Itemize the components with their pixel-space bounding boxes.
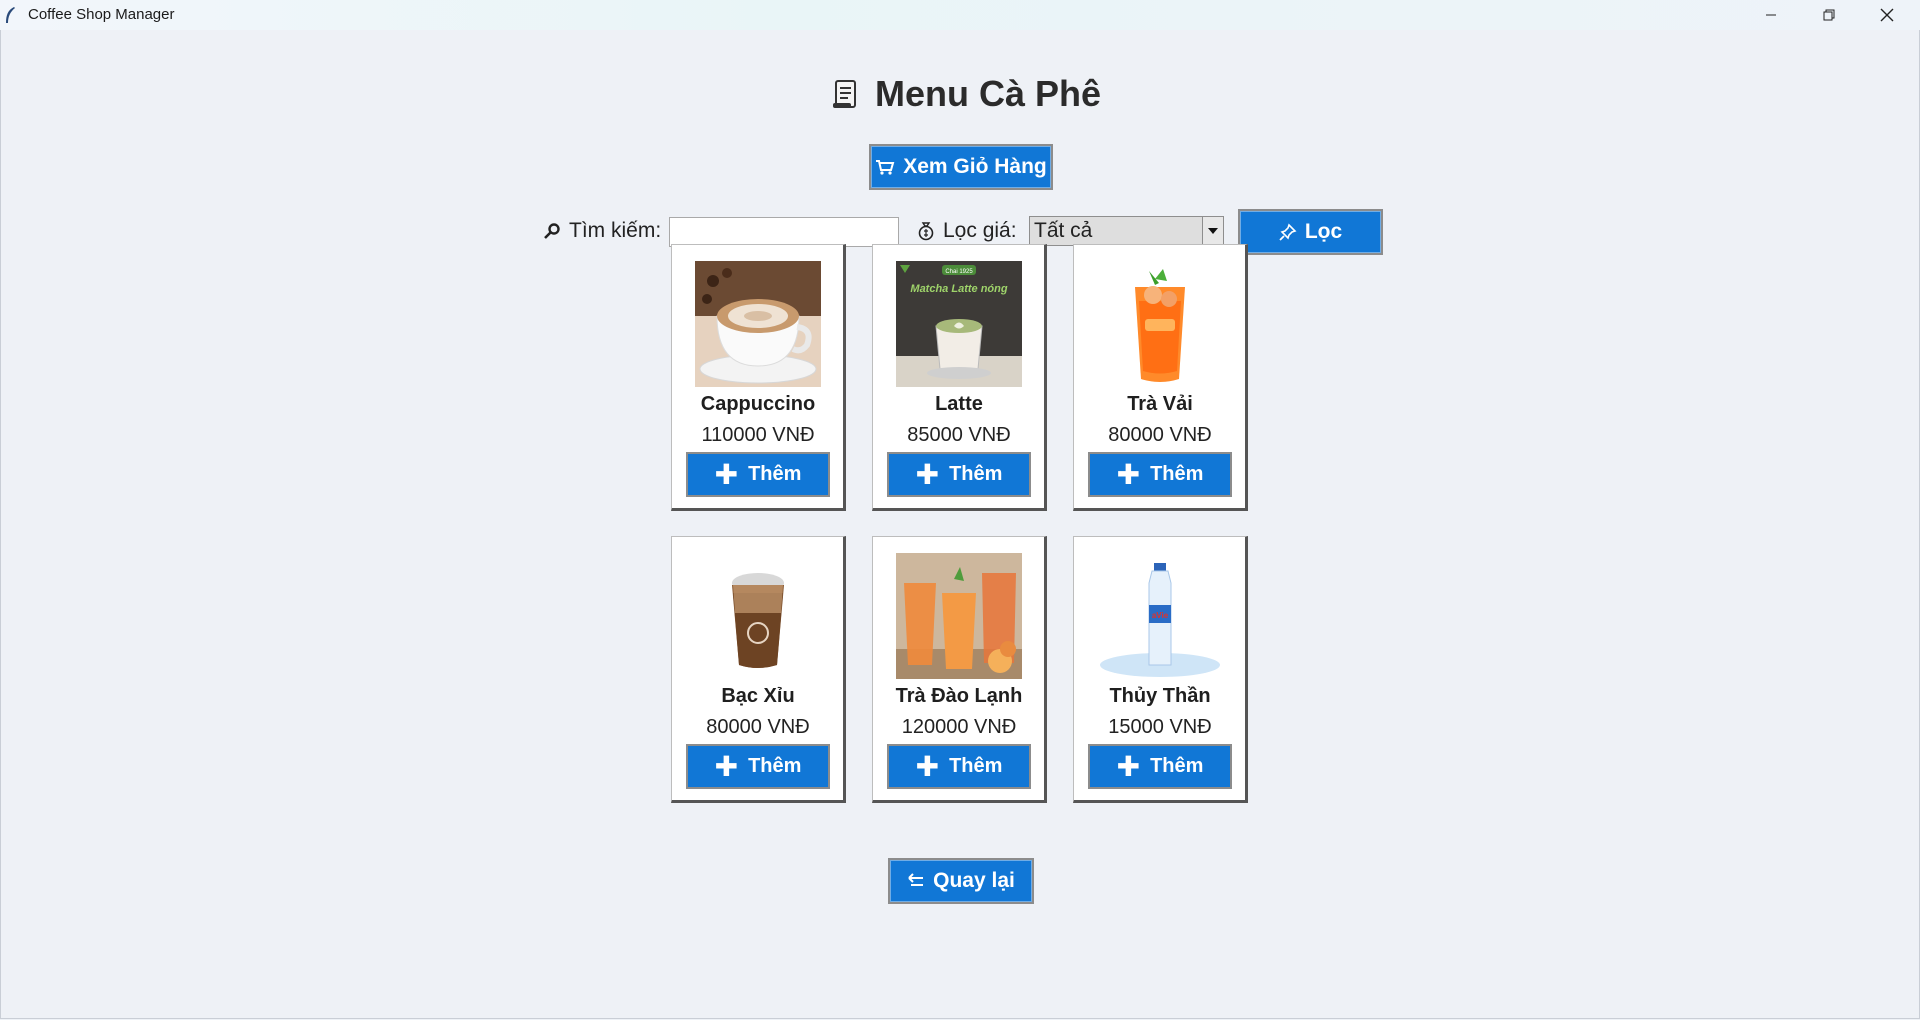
key-search-icon: [544, 223, 560, 239]
product-name: Trà Đào Lạnh: [895, 685, 1023, 707]
add-button-label: Thêm: [748, 463, 802, 485]
minimize-icon: [1766, 14, 1776, 16]
back-button-label: Quay lại: [933, 869, 1015, 892]
plus-icon: ✚: [1116, 750, 1141, 782]
latte-badge-text: Chai 1925: [945, 269, 973, 275]
add-to-cart-button[interactable]: ✚ Thêm: [1088, 452, 1232, 497]
product-name: Thủy Thần: [1109, 685, 1211, 707]
plus-icon: ✚: [1116, 458, 1141, 490]
price-filter-select[interactable]: Tất cả: [1029, 216, 1224, 246]
add-to-cart-button[interactable]: ✚ Thêm: [887, 452, 1031, 497]
add-to-cart-button[interactable]: ✚ Thêm: [1088, 744, 1232, 789]
add-button-label: Thêm: [1150, 463, 1204, 485]
product-name: Trà Vải: [1127, 393, 1193, 415]
peach-tea-image: [896, 553, 1022, 679]
product-price: 110000 VNĐ: [701, 424, 815, 446]
add-to-cart-button[interactable]: ✚ Thêm: [887, 744, 1031, 789]
plus-icon: ✚: [915, 458, 940, 490]
product-card: aVie Thủy Thần 15000 VNĐ ✚ Thêm: [1073, 536, 1248, 803]
search-input[interactable]: [669, 217, 899, 247]
latte-caption-text: Matcha Latte nóng: [910, 283, 1007, 295]
add-button-label: Thêm: [1150, 755, 1204, 777]
product-name: Bạc Xỉu: [721, 685, 795, 707]
product-card: Cappuccino 110000 VNĐ ✚ Thêm: [671, 244, 846, 511]
cappuccino-image: [695, 261, 821, 387]
window-title: Coffee Shop Manager: [28, 6, 175, 23]
close-button[interactable]: [1858, 0, 1916, 30]
plus-icon: ✚: [714, 750, 739, 782]
add-button-label: Thêm: [748, 755, 802, 777]
latte-image: Chai 1925 Matcha Latte nóng: [896, 261, 1022, 387]
product-price: 80000 VNĐ: [1108, 424, 1212, 446]
product-card: Trà Vải 80000 VNĐ ✚ Thêm: [1073, 244, 1248, 511]
restore-button[interactable]: [1800, 0, 1858, 30]
product-price: 15000 VNĐ: [1108, 716, 1212, 738]
view-cart-label: Xem Giỏ Hàng: [903, 155, 1047, 178]
plus-icon: ✚: [915, 750, 940, 782]
lychee-tea-image: [1097, 261, 1223, 387]
page-title: Menu Cà Phê: [831, 72, 1101, 116]
feather-icon: [6, 7, 15, 23]
shopping-cart-icon: [876, 160, 895, 175]
back-arrow-icon: [908, 873, 924, 886]
search-label: Tìm kiếm:: [543, 219, 661, 243]
minimize-button[interactable]: [1742, 0, 1800, 30]
product-card: Bạc Xỉu 80000 VNĐ ✚ Thêm: [671, 536, 846, 803]
product-card: Chai 1925 Matcha Latte nóng Latte 85000 …: [872, 244, 1047, 511]
view-cart-button[interactable]: Xem Giỏ Hàng: [869, 144, 1053, 190]
filter-button[interactable]: Lọc: [1238, 209, 1383, 255]
money-bag-icon: [918, 222, 934, 241]
product-card: Trà Đào Lạnh 120000 VNĐ ✚ Thêm: [872, 536, 1047, 803]
search-label-text: Tìm kiếm:: [569, 219, 662, 242]
scroll-icon: [833, 80, 856, 108]
price-filter-label: Lọc giá:: [917, 219, 1017, 243]
close-icon: [1880, 8, 1894, 22]
product-name: Latte: [935, 393, 983, 415]
filter-button-label: Lọc: [1304, 220, 1343, 243]
add-button-label: Thêm: [949, 755, 1003, 777]
page-title-text: Menu Cà Phê: [875, 73, 1102, 114]
add-button-label: Thêm: [949, 463, 1003, 485]
add-to-cart-button[interactable]: ✚ Thêm: [686, 744, 830, 789]
water-brand-text: aVie: [1152, 611, 1169, 620]
product-name: Cappuccino: [700, 393, 816, 415]
dropdown-arrow-icon[interactable]: [1202, 217, 1223, 245]
restore-icon: [1823, 9, 1835, 21]
product-price: 120000 VNĐ: [901, 716, 1017, 738]
bac-xiu-image: [695, 553, 821, 679]
water-bottle-image: aVie: [1097, 553, 1223, 679]
window-titlebar: Coffee Shop Manager: [0, 0, 1920, 31]
price-filter-value: Tất cả: [1034, 219, 1093, 242]
add-to-cart-button[interactable]: ✚ Thêm: [686, 452, 830, 497]
product-price: 80000 VNĐ: [706, 716, 810, 738]
plus-icon: ✚: [714, 458, 739, 490]
product-price: 85000 VNĐ: [907, 424, 1011, 446]
back-button[interactable]: Quay lại: [888, 858, 1034, 904]
price-filter-label-text: Lọc giá:: [943, 219, 1017, 242]
pushpin-icon: [1279, 223, 1297, 241]
main-panel: Menu Cà Phê Xem Giỏ Hàng Tìm kiếm: Lọc g…: [0, 30, 1920, 1019]
